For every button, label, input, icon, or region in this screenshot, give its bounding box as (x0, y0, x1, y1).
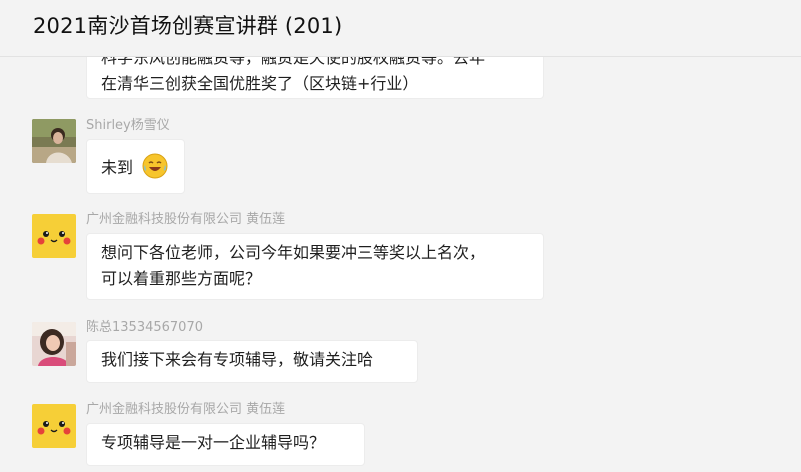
sender-name: 广州金融科技股份有限公司 黄伍莲 (86, 212, 286, 227)
message-bubble[interactable]: 未到 (86, 139, 185, 194)
message-bubble[interactable]: 科学东风创能融资等，融资是天使的股权融资等。去年 在清华三创获全国优胜奖了（区块… (86, 57, 544, 99)
yellow-cartoon-face-icon (32, 404, 76, 448)
message-line: 想问下各位老师，公司今年如果要冲三等奖以上名次， (101, 243, 486, 262)
avatar[interactable] (32, 119, 76, 163)
sender-name: 陈总13534567070 (86, 320, 203, 335)
avatar[interactable] (32, 404, 76, 448)
message-text: 专项辅导是一对一企业辅导吗？ (101, 433, 326, 452)
chat-title[interactable]: 2021南沙首场创赛宣讲群 (201) (33, 10, 342, 40)
sender-name: 广州金融科技股份有限公司 黄伍莲 (86, 402, 286, 417)
message-text: 我们接下来会有专项辅导，敬请关注哈 (101, 350, 374, 369)
message-bubble[interactable]: 想问下各位老师，公司今年如果要冲三等奖以上名次， 可以着重那些方面呢？ (86, 233, 544, 300)
yellow-cartoon-face-icon (32, 214, 76, 258)
chat-header: 2021南沙首场创赛宣讲群 (201) (0, 0, 801, 57)
message-line: 科学东风创能融资等，融资是天使的股权融资等。去年 (101, 57, 486, 67)
message-line: 可以着重那些方面呢？ (101, 269, 262, 288)
message-bubble[interactable]: 专项辅导是一对一企业辅导吗？ (86, 423, 365, 466)
message-line: 在清华三创获全国优胜奖了（区块链+行业） (101, 74, 419, 93)
portrait-photo-icon (32, 322, 76, 366)
portrait-photo-icon (32, 119, 76, 163)
laugh-cry-emoji-icon (142, 153, 168, 179)
avatar[interactable] (32, 214, 76, 258)
message-list[interactable]: 科学东风创能融资等，融资是天使的股权融资等。去年 在清华三创获全国优胜奖了（区块… (0, 57, 801, 472)
avatar[interactable] (32, 322, 76, 366)
message-bubble[interactable]: 我们接下来会有专项辅导，敬请关注哈 (86, 340, 418, 383)
message-text: 未到 (101, 158, 134, 177)
sender-name: Shirley杨雪仪 (86, 118, 170, 133)
